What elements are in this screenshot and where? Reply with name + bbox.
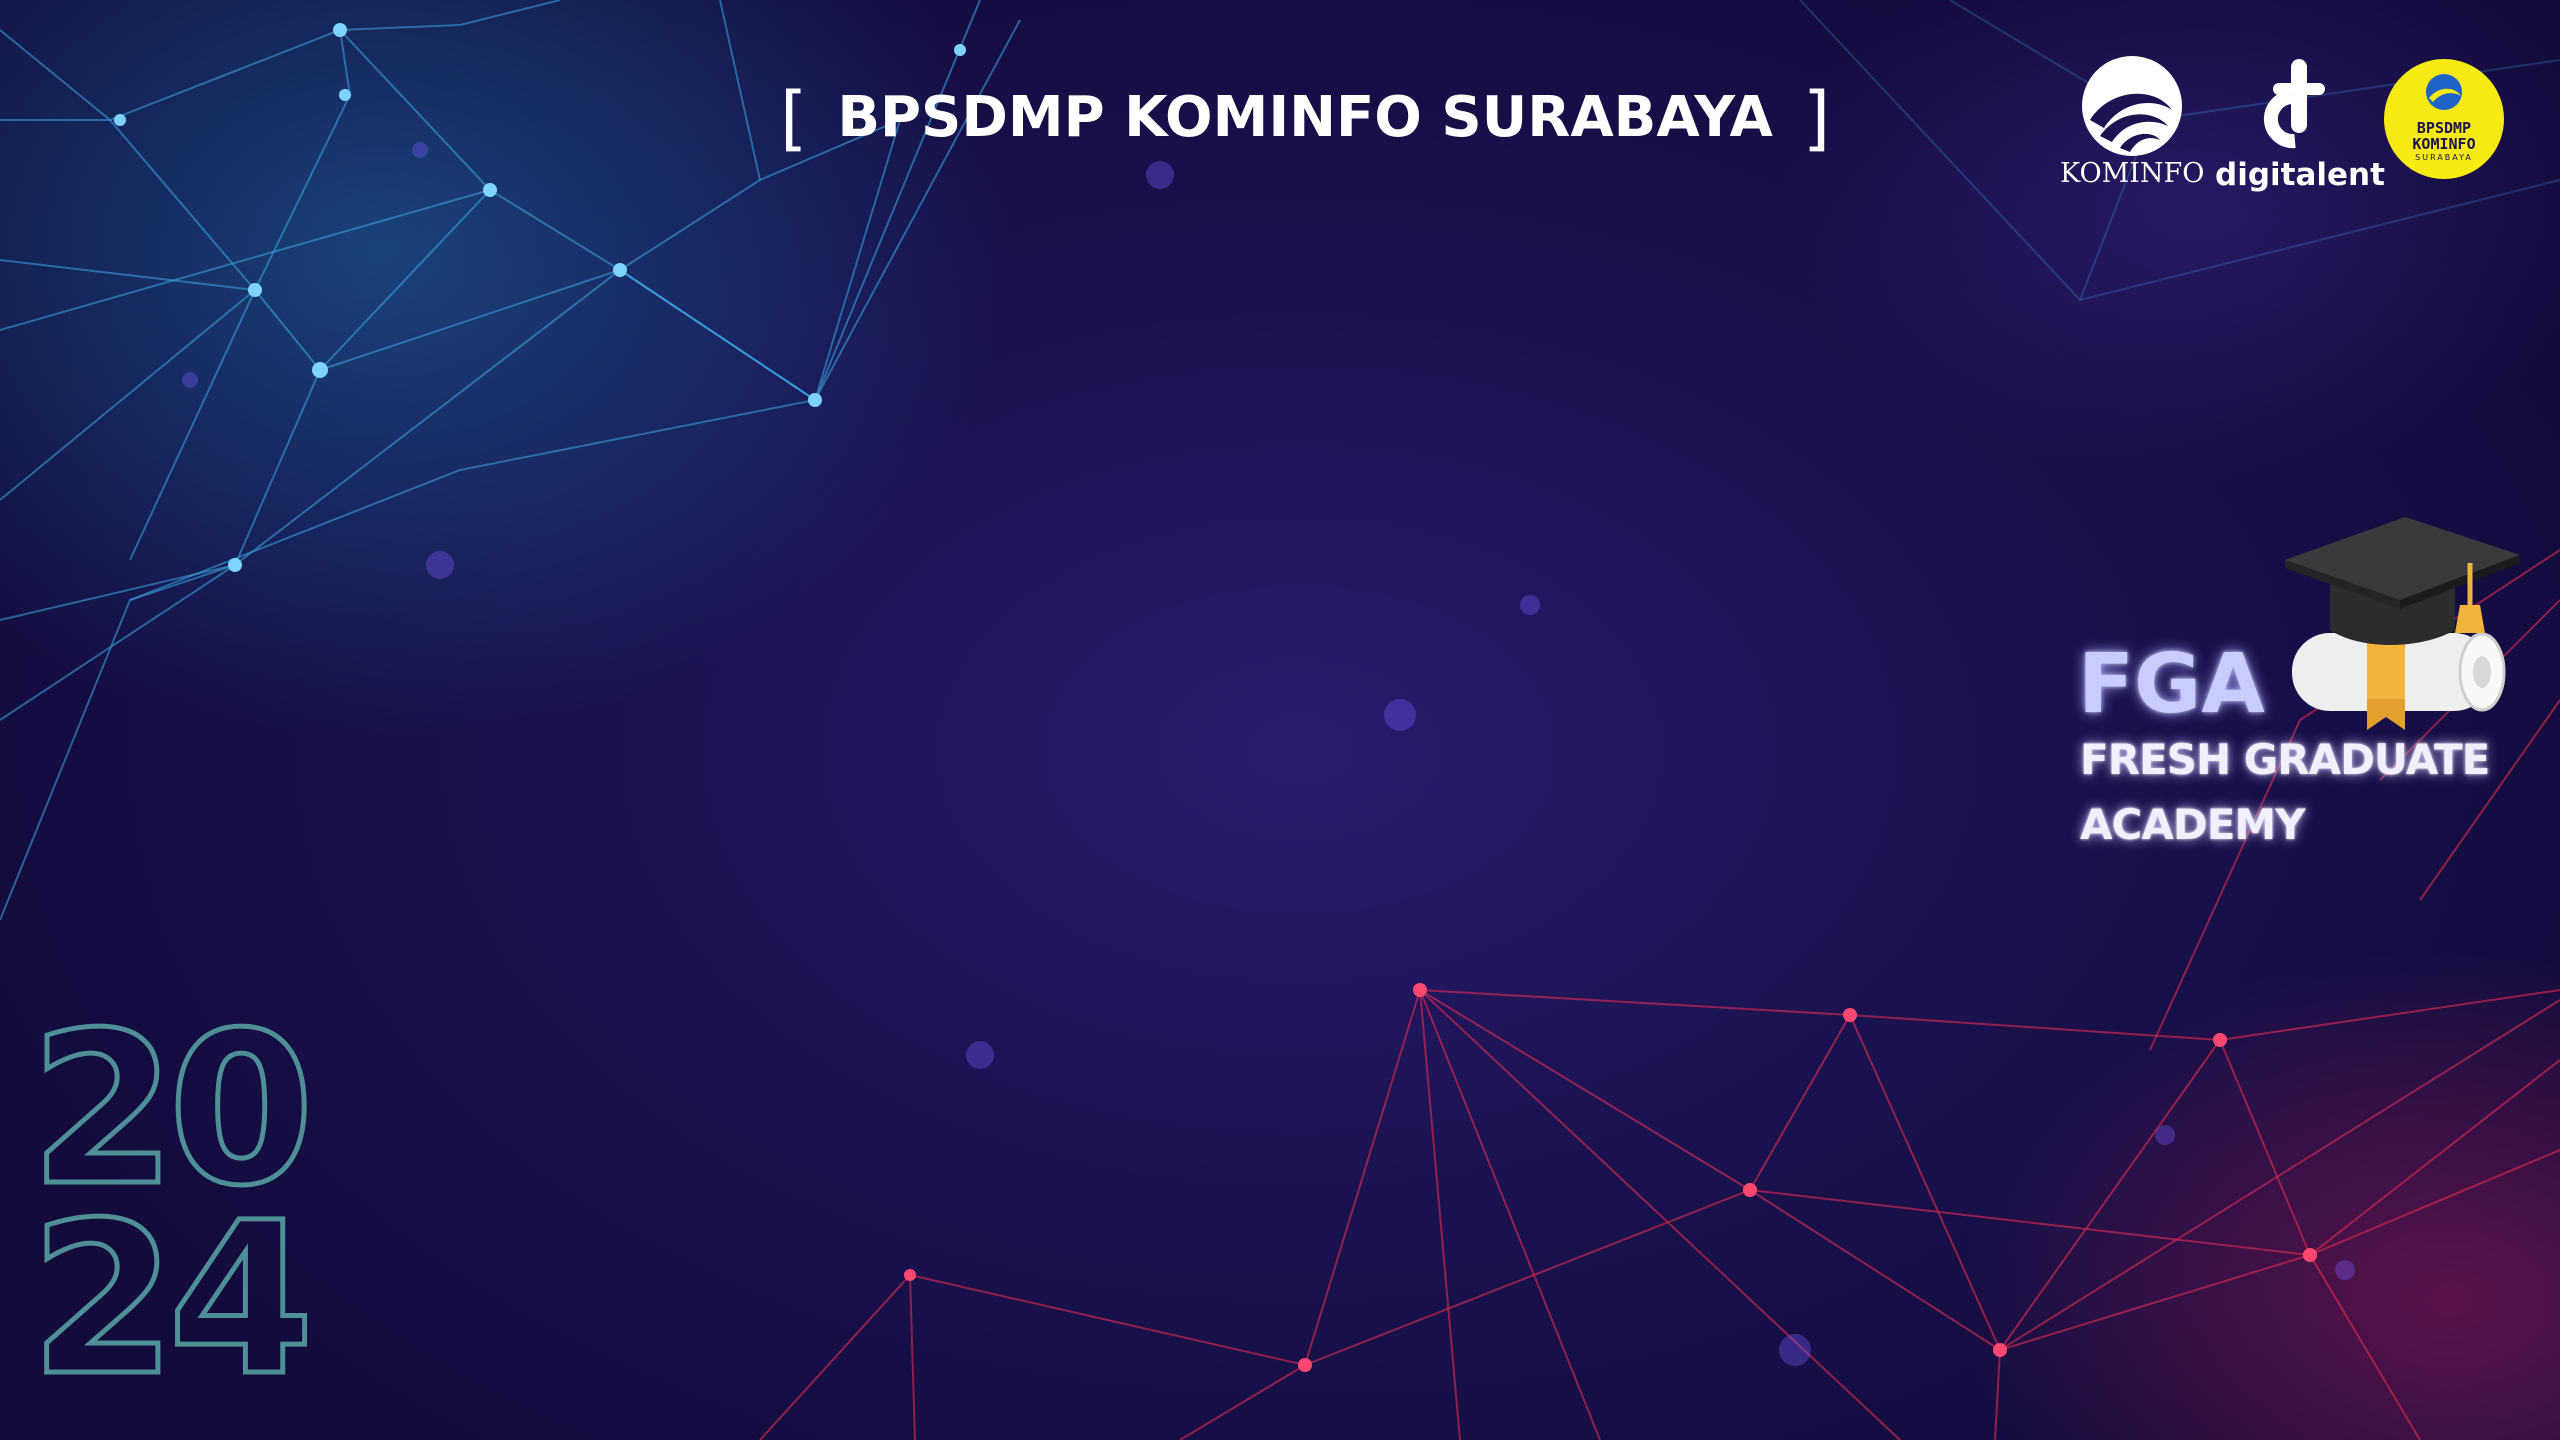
program-abbreviation: FGA [2078,637,2265,732]
slide-background: [ BPSDMP KOMINFO SURABAYA ] KOMINFO digi… [0,0,2560,1440]
bpsdmp-line1: BPSDMP [2416,119,2472,137]
organization-title: BPSDMP KOMINFO SURABAYA [837,85,1773,150]
bpsdmp-line2: KOMINFO [2412,135,2476,153]
bpsdmp-line3: SURABAYA [2415,153,2473,162]
program-name-line2: ACADEMY [2080,800,2306,849]
program-block: FGA FRESH GRADUATE ACADEMY [2078,640,2548,860]
program-name-line1: FRESH GRADUATE [2080,735,2490,784]
digitalent-logo: digitalent [2215,55,2385,200]
header-title: [ BPSDMP KOMINFO SURABAYA ] [780,77,1830,159]
header-bracket-open: [ [780,77,808,159]
digitalent-icon [2263,59,2325,149]
year-line2: 24 [27,1177,316,1422]
header-bracket-close: ] [1802,77,1831,159]
kominfo-wave-icon [2082,56,2182,156]
bpsdmp-badge: BPSDMP KOMINFO SURABAYA [2383,58,2505,180]
kominfo-label: KOMINFO [2060,158,2205,189]
kominfo-logo: KOMINFO [2060,48,2205,193]
digitalent-label: digitalent [2215,157,2385,193]
